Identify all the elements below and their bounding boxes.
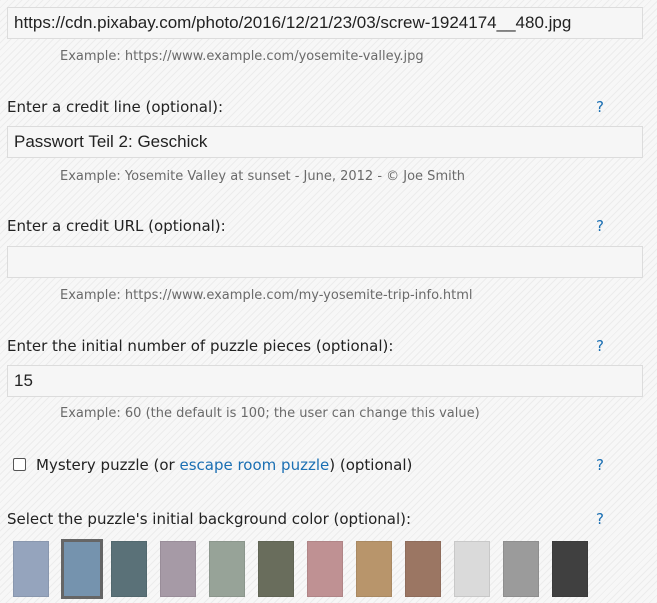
mystery-label-suffix: ) (optional) xyxy=(329,456,413,474)
puzzle-pieces-example: Example: 60 (the default is 100; the use… xyxy=(60,406,480,421)
puzzle-pieces-label: Enter the initial number of puzzle piece… xyxy=(7,337,394,355)
credit-url-example: Example: https://www.example.com/my-yose… xyxy=(60,288,473,303)
credit-url-input[interactable] xyxy=(7,246,643,278)
color-swatch[interactable] xyxy=(111,541,147,597)
color-swatch[interactable] xyxy=(405,541,441,597)
credit-line-input[interactable]: Passwort Teil 2: Geschick xyxy=(7,126,643,158)
color-swatch[interactable] xyxy=(552,541,588,597)
puzzle-pieces-help-link[interactable]: ? xyxy=(596,337,604,355)
puzzle-pieces-input[interactable]: 15 xyxy=(7,365,643,397)
mystery-puzzle-help-link[interactable]: ? xyxy=(596,456,604,474)
credit-line-help-link[interactable]: ? xyxy=(596,98,604,116)
credit-line-example: Example: Yosemite Valley at sunset - Jun… xyxy=(60,169,466,184)
mystery-label-prefix: Mystery puzzle (or xyxy=(36,456,180,474)
mystery-puzzle-label: Mystery puzzle (or escape room puzzle) (… xyxy=(36,456,412,474)
credit-url-label: Enter a credit URL (optional): xyxy=(7,217,226,235)
color-swatch[interactable] xyxy=(209,541,245,597)
color-swatch[interactable] xyxy=(61,539,103,599)
image-url-example: Example: https://www.example.com/yosemit… xyxy=(60,49,424,64)
credit-url-help-link[interactable]: ? xyxy=(596,217,604,235)
color-swatch[interactable] xyxy=(454,541,490,597)
color-swatch[interactable] xyxy=(356,541,392,597)
color-swatch[interactable] xyxy=(160,541,196,597)
mystery-puzzle-checkbox[interactable] xyxy=(13,458,26,471)
image-url-input[interactable]: https://cdn.pixabay.com/photo/2016/12/21… xyxy=(7,7,643,39)
color-swatch[interactable] xyxy=(307,541,343,597)
credit-line-label: Enter a credit line (optional): xyxy=(7,98,224,116)
color-swatch[interactable] xyxy=(13,541,49,597)
background-color-label: Select the puzzle's initial background c… xyxy=(7,510,412,528)
background-color-help-link[interactable]: ? xyxy=(596,510,604,528)
color-swatch[interactable] xyxy=(503,541,539,597)
color-swatch[interactable] xyxy=(258,541,294,597)
escape-room-puzzle-link[interactable]: escape room puzzle xyxy=(179,456,329,474)
